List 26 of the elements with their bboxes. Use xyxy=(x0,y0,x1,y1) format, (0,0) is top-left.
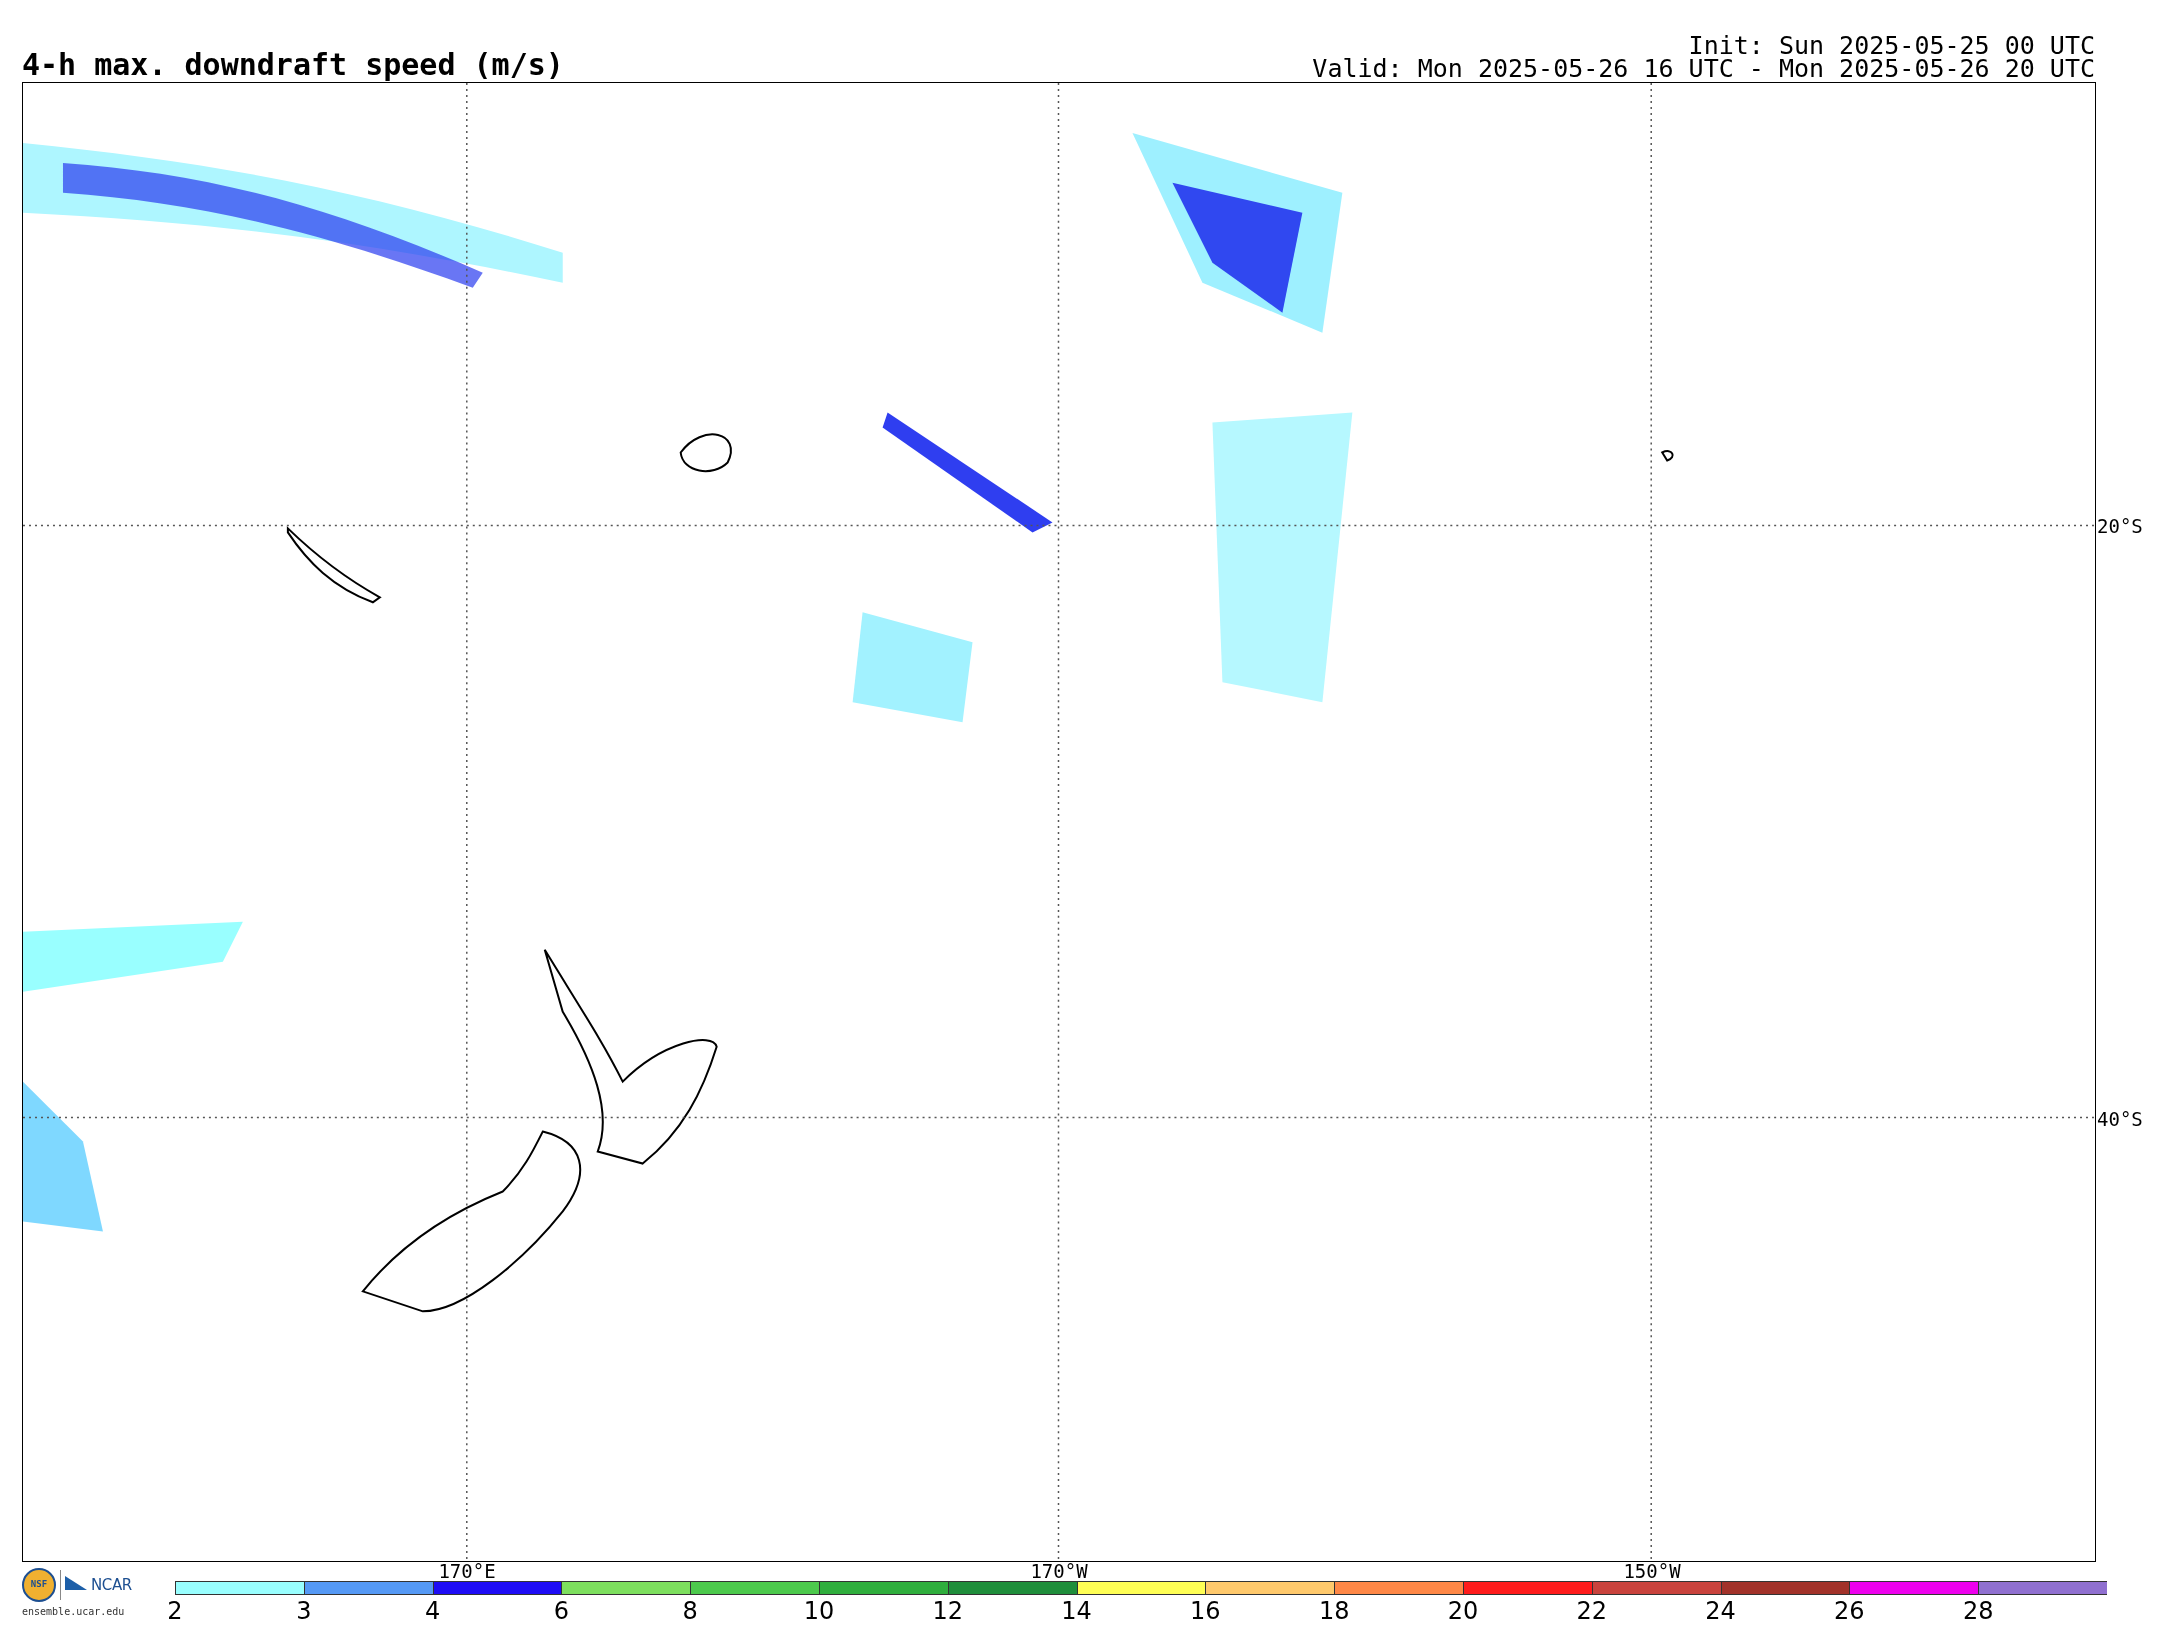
colorbar-tick-label: 8 xyxy=(682,1598,698,1624)
colorbar-tick-label: 2 xyxy=(167,1598,183,1624)
valid-time: Valid: Mon 2025-05-26 16 UTC - Mon 2025-05-26 20 UTC xyxy=(1312,57,2095,80)
longitude-label: 170°E xyxy=(438,1561,496,1581)
ncar-logo-text: NCAR xyxy=(91,1574,132,1596)
colorbar-tick-label: 14 xyxy=(1061,1598,1092,1624)
colorbar-tick-label: 20 xyxy=(1447,1598,1479,1624)
latitude-label: 40°S xyxy=(2096,1109,2143,1129)
colorbar-tick-label: 28 xyxy=(1962,1598,1994,1624)
colorbar-tick-label: 12 xyxy=(932,1598,964,1624)
colorbar-tick-label: 6 xyxy=(553,1598,570,1624)
colorbar-tick-label: 16 xyxy=(1190,1598,1221,1624)
chart-title: 4-h max. downdraft speed (m/s) xyxy=(22,50,564,80)
colorbar-tick-label: 10 xyxy=(803,1598,835,1624)
colorbar-tick-label: 3 xyxy=(296,1598,312,1624)
nsf-logo: NSF xyxy=(22,1568,56,1602)
init-time: Init: Sun 2025-05-25 00 UTC xyxy=(1688,34,2095,57)
colorbar-tick-label: 26 xyxy=(1834,1598,1865,1624)
colorbar-tick-label: 18 xyxy=(1318,1598,1350,1624)
colorbar-tick-label: 4 xyxy=(424,1598,441,1624)
website-url: ensemble.ucar.edu xyxy=(22,1605,126,1619)
longitude-label: 170°W xyxy=(1030,1561,1088,1581)
latitude-label: 20°S xyxy=(2096,516,2143,536)
colorbar-tick-label: 22 xyxy=(1576,1598,1608,1624)
longitude-label: 150°W xyxy=(1623,1561,1681,1581)
colorbar-tick-label: 24 xyxy=(1705,1598,1736,1624)
